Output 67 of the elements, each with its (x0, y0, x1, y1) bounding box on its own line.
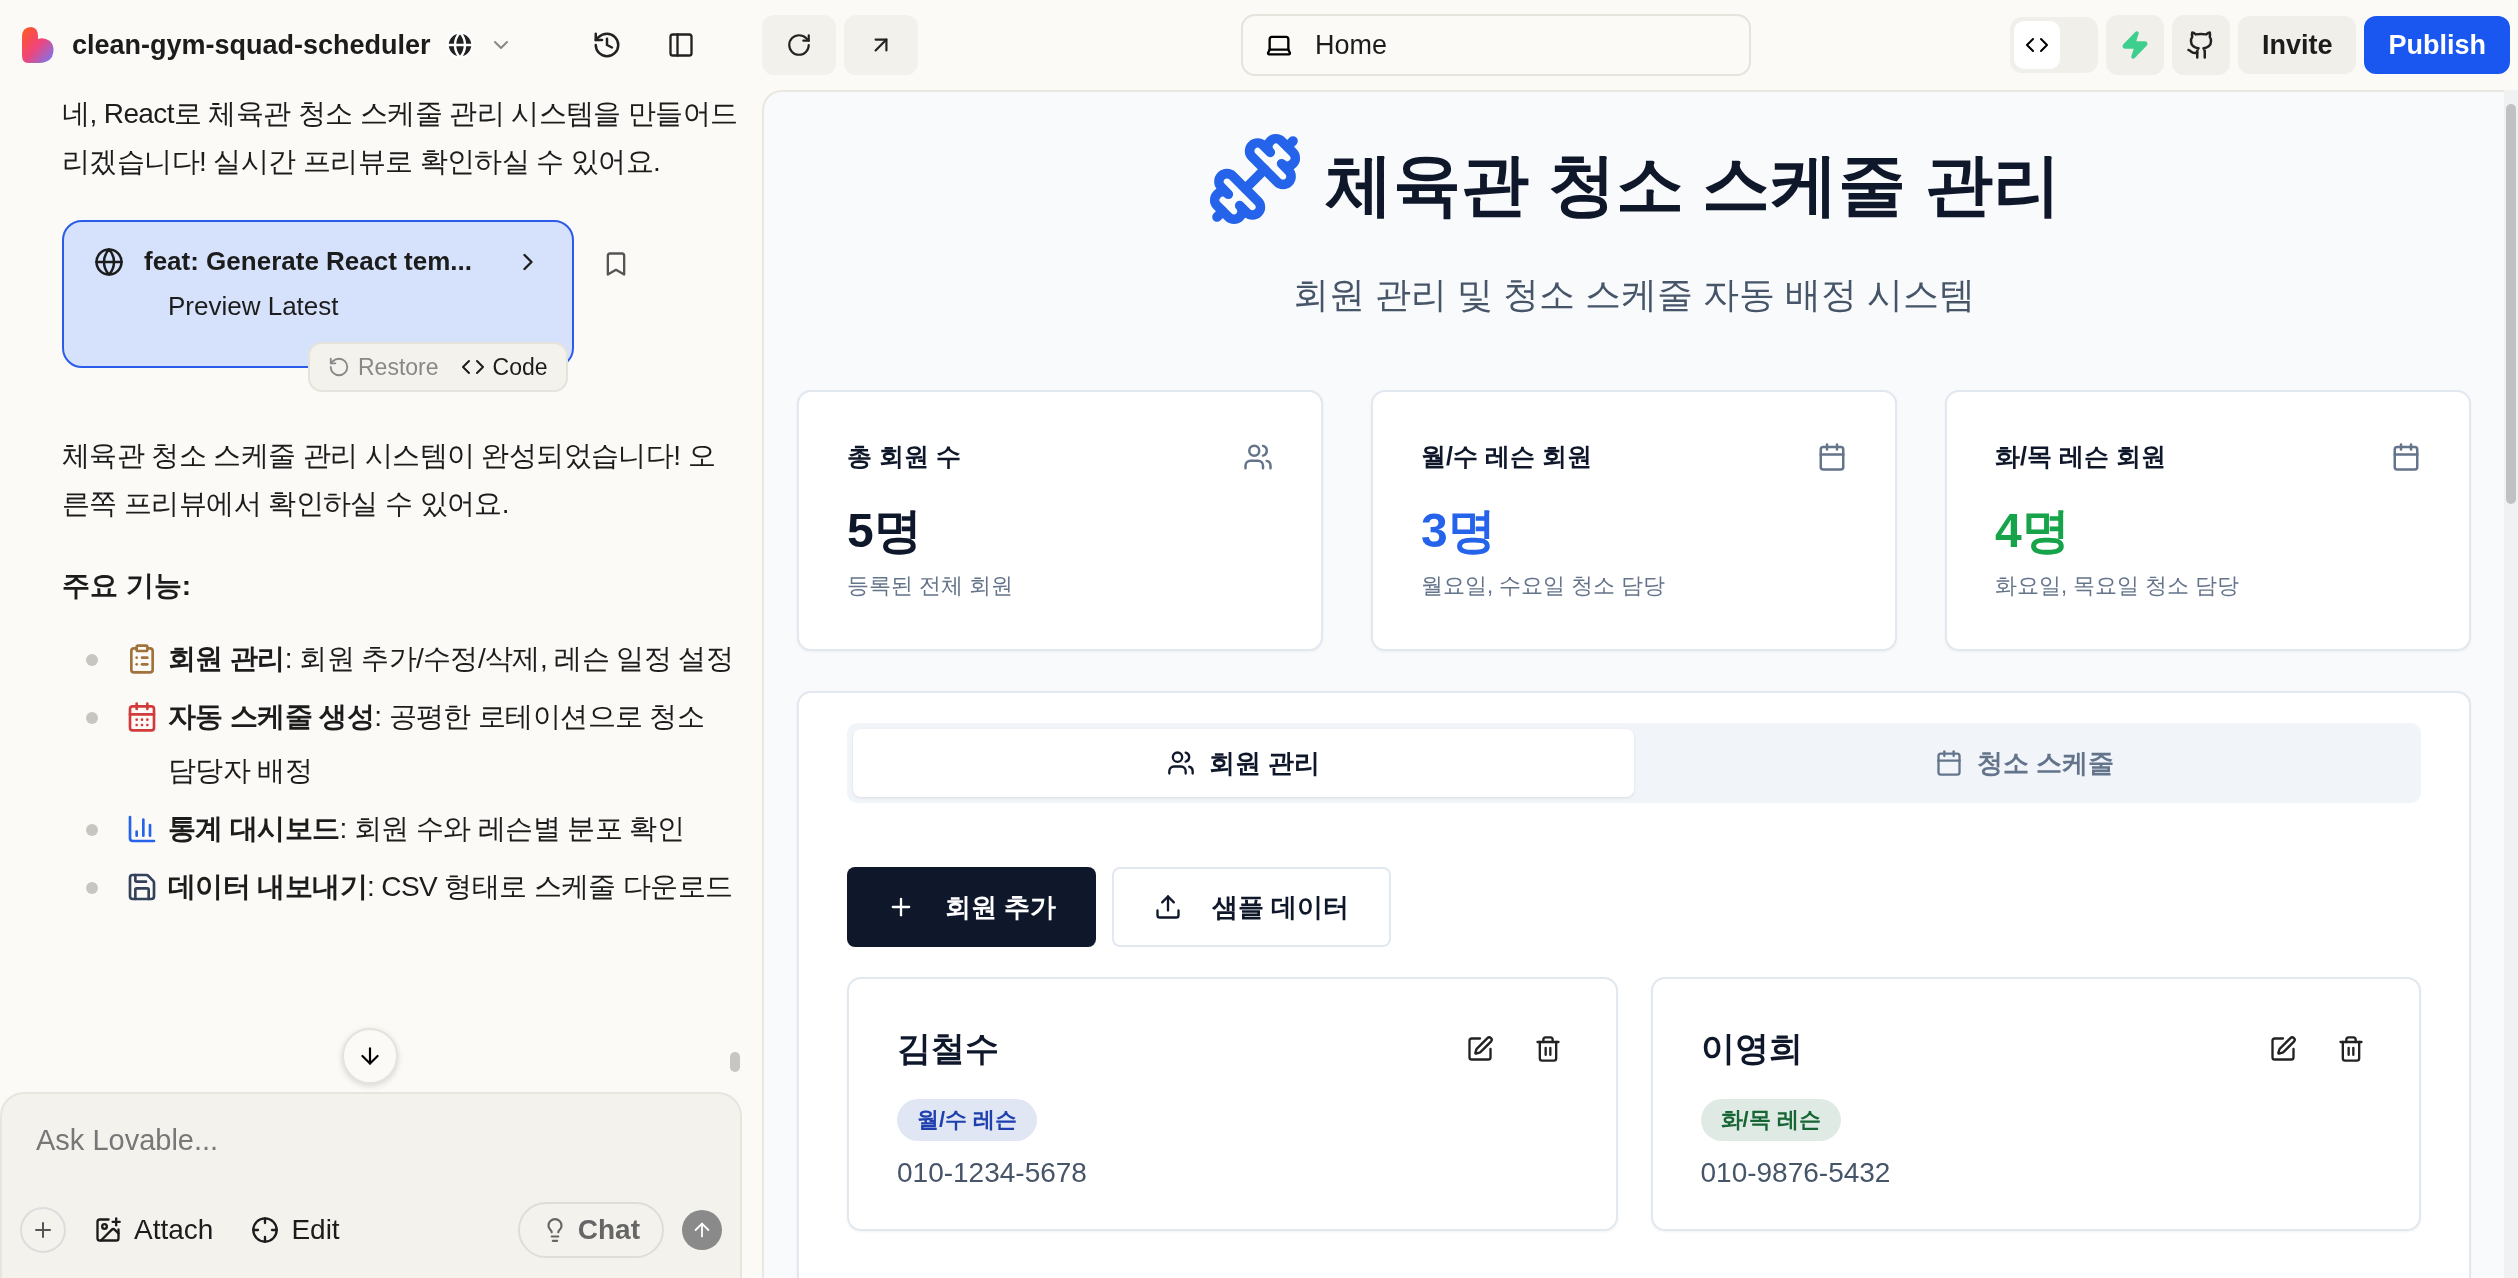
stat-caption: 월요일, 수요일 청소 담당 (1421, 572, 1667, 600)
stat-caption: 등록된 전체 회원 (847, 572, 1015, 600)
edit-icon (1465, 1035, 1494, 1063)
stat-value: 4명 (1995, 503, 2071, 559)
bullet-dot (86, 654, 98, 666)
edit-icon (2269, 1035, 2297, 1063)
restore-icon (328, 356, 350, 378)
page-title: 체육관 청소 스케줄 관리 (1324, 145, 2062, 224)
bullet-dot (86, 712, 98, 724)
stat-label: 월/수 레슨 회원 (1421, 441, 1592, 472)
member-name: 이영희 (1700, 1028, 1804, 1069)
lesson-badge: 월/수 레슨 (897, 1099, 1038, 1141)
sidebar-icon (666, 31, 695, 59)
edit-button[interactable]: Edit (241, 1208, 350, 1252)
calendar-icon (126, 701, 158, 733)
publish-button[interactable]: Publish (2364, 16, 2510, 74)
scroll-down-button[interactable] (342, 1028, 398, 1084)
trash-icon (2337, 1035, 2365, 1063)
feature-item: 회원 관리: 회원 추가/수정/삭제, 레슨 일정 설정 (168, 643, 733, 674)
image-icon (94, 1216, 122, 1244)
scrollbar-thumb (730, 1052, 740, 1072)
project-name: clean-gym-squad-scheduler (72, 29, 431, 61)
calendar-icon (1934, 749, 1963, 777)
add-button[interactable] (20, 1207, 66, 1253)
globe-icon (444, 30, 475, 60)
member-phone: 010-9876-5432 (1700, 1157, 1892, 1189)
calendar-icon (1817, 441, 1847, 472)
stat-label: 총 회원 수 (847, 441, 961, 472)
github-button[interactable] (2171, 15, 2230, 75)
add-member-button[interactable]: 회원 추가 (847, 867, 1097, 947)
tab[interactable]: 청소 스케줄 (1634, 729, 2415, 797)
open-external-button[interactable] (844, 15, 918, 75)
chat-heading: 주요 기능: (62, 569, 193, 603)
chat-mode-button[interactable]: Chat (517, 1202, 664, 1258)
member-name: 김철수 (897, 1028, 1000, 1069)
chat-input[interactable]: Ask Lovable... (20, 1114, 722, 1167)
trash-icon (1533, 1035, 1562, 1063)
send-button[interactable] (682, 1210, 722, 1250)
bullet-dot (86, 824, 98, 836)
bullet-dot (86, 882, 98, 894)
chat-message: 네, React로 체육관 청소 스케줄 관리 시스템을 만들어드리겠습니다! 실시간 프리뷰로 확인하실 수 있어요. (62, 97, 738, 179)
tab[interactable]: 회원 관리 (853, 729, 1634, 797)
page-subtitle: 회원 관리 및 청소 스케줄 자동 배정 시스템 (1292, 273, 1976, 317)
crosshair-icon (251, 1216, 280, 1244)
feature-item: 데이터 내보내기: CSV 형태로 스케줄 다운로드 (168, 871, 733, 902)
feature-item: 통계 대시보드: 회원 수와 레슨별 분포 확인 (168, 813, 685, 844)
attach-button[interactable]: Attach (84, 1208, 224, 1252)
users-icon (1166, 749, 1195, 777)
invite-button[interactable]: Invite (2237, 16, 2357, 74)
bar-chart-icon (126, 813, 158, 845)
chat-message: 체육관 청소 스케줄 관리 시스템이 완성되었습니다! 오른쪽 프리뷰에서 확인하실 수 있어요. (62, 439, 717, 521)
refresh-icon (786, 32, 812, 58)
stat-value: 3명 (1421, 503, 1497, 559)
feature-item: 자동 스케줄 생성: 공평한 로테이션으로 청소 담당자 배정 (168, 701, 705, 786)
stat-caption: 화요일, 목요일 청소 담당 (1995, 572, 2241, 600)
calendar-icon (2391, 441, 2421, 472)
refresh-button[interactable] (762, 15, 836, 75)
globe-icon (94, 246, 124, 277)
sample-data-button[interactable]: 샘플 데이터 (1112, 867, 1392, 947)
upload-icon (1154, 893, 1183, 921)
code-toggle[interactable] (2009, 17, 2098, 73)
member-phone: 010-1234-5678 (897, 1157, 1088, 1189)
address-field[interactable]: Home (1241, 14, 1751, 76)
lesson-badge: 화/목 레슨 (1700, 1099, 1841, 1141)
stat-label: 화/목 레슨 회원 (1995, 441, 2166, 472)
stat-value: 5명 (847, 503, 923, 559)
chat-composer[interactable]: Ask Lovable... Attach Edit Chat (0, 1092, 742, 1278)
